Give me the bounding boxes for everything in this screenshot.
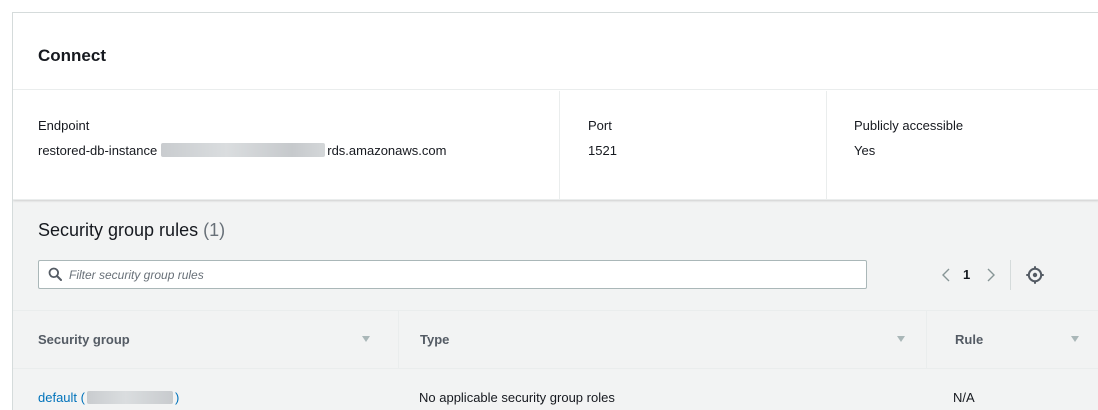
type-cell: No applicable security group roles	[419, 390, 615, 405]
column-header-security-group[interactable]: Security group	[13, 311, 398, 368]
connect-card-header: Connect	[13, 13, 1098, 90]
group-suffix: )	[174, 390, 180, 405]
column-label: Security group	[38, 332, 130, 347]
port-value: 1521	[588, 143, 617, 158]
endpoint-label: Endpoint	[38, 118, 90, 133]
pagination-divider	[1010, 260, 1011, 290]
pagination-current-page[interactable]: 1	[963, 267, 970, 282]
connectivity-panel: Connect Endpoint restored-db-instance rds…	[12, 12, 1098, 410]
chevron-right-icon[interactable]	[983, 264, 999, 286]
table-header: Security group Type Rule	[13, 310, 1098, 369]
group-prefix: default (	[38, 390, 85, 405]
connect-card: Connect Endpoint restored-db-instance rds…	[13, 13, 1098, 200]
security-rules-count: (1)	[203, 220, 226, 240]
column-label: Rule	[955, 332, 984, 347]
search-icon	[48, 267, 62, 281]
column-header-type[interactable]: Type	[398, 311, 926, 368]
column-label: Type	[420, 332, 450, 347]
redacted-block	[161, 143, 326, 157]
port-label: Port	[588, 118, 612, 133]
chevron-left-icon[interactable]	[938, 264, 954, 286]
table-row: default () No applicable security group …	[13, 370, 1098, 410]
security-group-link[interactable]: default ()	[38, 390, 179, 405]
port-column: Port 1521	[559, 91, 826, 200]
endpoint-value[interactable]: restored-db-instance rds.amazonaws.com	[38, 143, 446, 158]
sort-caret-icon[interactable]	[361, 334, 371, 344]
endpoint-prefix: restored-db-instance	[38, 143, 158, 158]
public-access-column: Publicly accessible Yes	[826, 91, 1098, 200]
sort-caret-icon[interactable]	[896, 334, 906, 344]
column-header-rule[interactable]: Rule	[926, 311, 1098, 368]
connect-title: Connect	[38, 46, 106, 65]
rule-cell: N/A	[953, 390, 975, 405]
settings-icon[interactable]	[1026, 266, 1044, 284]
redacted-block	[86, 391, 173, 404]
sort-caret-icon[interactable]	[1070, 334, 1080, 344]
public-access-value: Yes	[854, 143, 876, 158]
filter-search-input[interactable]	[69, 261, 859, 288]
endpoint-suffix: rds.amazonaws.com	[327, 143, 447, 158]
endpoint-column: Endpoint restored-db-instance rds.amazona…	[13, 91, 559, 200]
security-group-cell: default ()	[38, 390, 179, 405]
security-rules-heading: Security group rules (1)	[38, 220, 225, 241]
security-rules-title: Security group rules	[38, 220, 199, 240]
public-access-label: Publicly accessible	[854, 118, 964, 133]
filter-search-box[interactable]	[38, 260, 867, 289]
